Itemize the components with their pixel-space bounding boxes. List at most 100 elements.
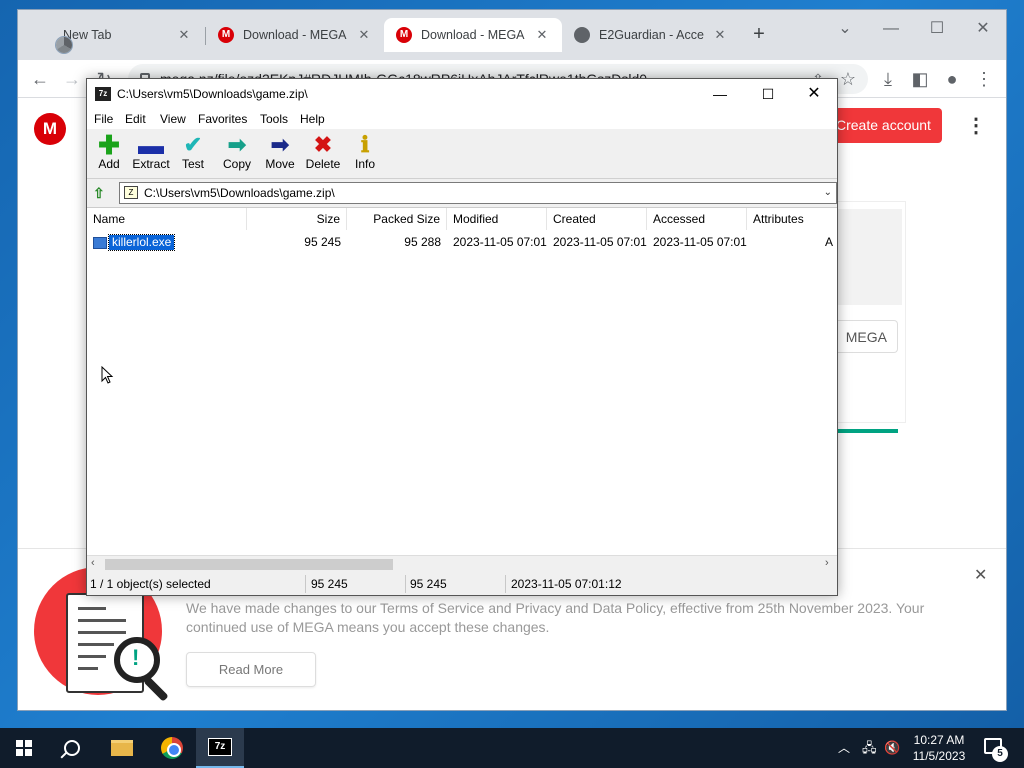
tab-e2guardian[interactable]: E2Guardian - Access ✕ <box>562 18 740 52</box>
menu-help[interactable]: Help <box>300 112 325 126</box>
sevenzip-titlebar[interactable]: 7z C:\Users\vm5\Downloads\game.zip\ — ☐ … <box>87 79 837 109</box>
file-name-cell[interactable]: killerlol.exe <box>93 234 176 251</box>
minimize-button[interactable]: — <box>868 16 914 42</box>
more-menu-icon[interactable]: ⋮ <box>966 115 986 137</box>
minimize-button[interactable]: — <box>697 81 743 107</box>
mega-icon: M <box>218 27 234 43</box>
menu-favorites[interactable]: Favorites <box>198 112 247 126</box>
volume-muted-icon[interactable]: 🔇 <box>884 728 902 768</box>
maximize-button[interactable]: ☐ <box>914 16 960 42</box>
close-window-button[interactable]: ✕ <box>960 16 1006 42</box>
bookmark-star-icon[interactable]: ☆ <box>834 65 862 93</box>
chevron-up-icon[interactable]: ︿ <box>838 728 854 768</box>
path-field[interactable]: Z C:\Users\vm5\Downloads\game.zip\ ⌄ <box>119 182 837 204</box>
move-button[interactable]: ➡ Move <box>258 132 302 172</box>
status-packed: 95 245 <box>410 577 447 591</box>
chrome-icon <box>56 37 72 53</box>
search-icon <box>64 740 80 756</box>
column-created[interactable]: Created <box>547 208 647 230</box>
back-button[interactable]: ← <box>26 65 54 93</box>
path-text: C:\Users\vm5\Downloads\game.zip\ <box>144 186 335 200</box>
chevron-down-icon[interactable]: ⌄ <box>824 183 832 203</box>
info-label: Info <box>354 157 375 171</box>
sevenzip-toolbar: ✚ Add ▬ Extract ✔ Test ➡ Copy ➡ Move ✖ D… <box>87 129 837 179</box>
address-row: ⇧ Z C:\Users\vm5\Downloads\game.zip\ ⌄ <box>87 181 837 205</box>
clock-time: 10:27 AM <box>913 733 965 747</box>
extract-icon: ▬ <box>138 130 164 160</box>
tab-download-mega-2[interactable]: M Download - MEGA ✕ <box>384 18 562 52</box>
menu-tools[interactable]: Tools <box>260 112 288 126</box>
delete-label: Delete <box>305 157 341 171</box>
status-divider <box>405 575 406 593</box>
column-size[interactable]: Size <box>247 208 347 230</box>
column-packed-size[interactable]: Packed Size <box>347 208 447 230</box>
test-icon: ✔ <box>183 132 203 157</box>
info-button[interactable]: ℹ Info <box>343 133 387 172</box>
horizontal-scrollbar[interactable]: ‹ › <box>87 555 837 572</box>
mega-logo[interactable]: M <box>34 113 66 145</box>
clock[interactable]: 10:27 AM 11/5/2023 <box>904 732 974 764</box>
tab-strip: New Tab ✕ M Download - MEGA ✕ M Download… <box>18 10 1006 60</box>
status-selected: 1 / 1 object(s) selected <box>90 577 211 591</box>
exe-file-icon <box>93 236 107 249</box>
file-modified: 2023-11-05 07:01 <box>453 235 547 249</box>
tab-download-mega-1[interactable]: M Download - MEGA ✕ <box>206 18 384 52</box>
magnifier-handle <box>143 676 169 702</box>
menu-edit[interactable]: Edit <box>125 112 146 126</box>
close-window-button[interactable]: ✕ <box>791 81 837 107</box>
scrollbar-thumb[interactable] <box>105 559 393 570</box>
chrome-icon <box>161 737 183 759</box>
file-list: Name Size Packed Size Modified Created A… <box>87 207 837 555</box>
close-icon[interactable]: ✕ <box>712 27 728 43</box>
mouse-cursor-icon <box>101 366 114 384</box>
column-name[interactable]: Name <box>87 208 247 230</box>
menu-file[interactable]: File <box>94 112 113 126</box>
side-panel-icon[interactable]: ◧ <box>906 65 934 93</box>
read-more-button[interactable]: Read More <box>186 652 316 687</box>
close-icon[interactable]: ✕ <box>974 565 987 585</box>
search-button[interactable] <box>48 728 96 768</box>
file-created: 2023-11-05 07:01 <box>553 235 647 249</box>
tab-search-chevron-icon[interactable]: ⌄ <box>822 16 868 42</box>
close-icon[interactable]: ✕ <box>534 27 550 43</box>
new-tab-button[interactable]: + <box>748 24 770 46</box>
download-icon[interactable]: ⤓ <box>874 65 902 93</box>
column-attributes[interactable]: Attributes <box>747 208 837 230</box>
menu-view[interactable]: View <box>160 112 186 126</box>
scroll-right-icon[interactable]: › <box>825 557 829 569</box>
chrome-taskbar-button[interactable] <box>148 728 196 768</box>
file-explorer-icon <box>111 740 133 756</box>
file-name: killerlol.exe <box>107 234 176 251</box>
status-bar: 1 / 1 object(s) selected 95 245 95 245 2… <box>87 573 837 595</box>
copy-button[interactable]: ➡ Copy <box>215 133 259 172</box>
up-folder-icon[interactable]: ⇧ <box>93 185 109 201</box>
sevenzip-window: 7z C:\Users\vm5\Downloads\game.zip\ — ☐ … <box>86 78 838 596</box>
network-icon[interactable]: 🖧 <box>862 728 880 768</box>
status-modified: 2023-11-05 07:01:12 <box>511 577 622 591</box>
delete-button[interactable]: ✖ Delete <box>301 132 345 172</box>
file-explorer-button[interactable] <box>98 728 146 768</box>
column-modified[interactable]: Modified <box>447 208 547 230</box>
profile-avatar-icon[interactable]: ● <box>938 65 966 93</box>
start-button[interactable] <box>0 728 48 768</box>
column-accessed[interactable]: Accessed <box>647 208 747 230</box>
window-title: C:\Users\vm5\Downloads\game.zip\ <box>117 87 308 101</box>
7zip-taskbar-button[interactable]: 7z <box>196 728 244 768</box>
taskbar: 7z ︿ 🖧 🔇 10:27 AM 11/5/2023 5 <box>0 728 1024 768</box>
close-icon[interactable]: ✕ <box>176 27 192 43</box>
move-label: Move <box>265 157 295 171</box>
add-icon: ✚ <box>98 130 120 160</box>
delete-icon: ✖ <box>313 132 333 157</box>
test-label: Test <box>181 157 204 171</box>
move-icon: ➡ <box>270 132 290 157</box>
test-button[interactable]: ✔ Test <box>171 132 215 172</box>
close-icon[interactable]: ✕ <box>356 27 372 43</box>
add-button[interactable]: ✚ Add <box>87 130 131 171</box>
forward-button[interactable]: → <box>58 65 86 93</box>
extract-button[interactable]: ▬ Extract <box>129 130 173 171</box>
scroll-left-icon[interactable]: ‹ <box>91 557 95 569</box>
tab-label: Download - MEGA <box>243 28 347 42</box>
browser-menu-icon[interactable]: ⋮ <box>970 65 998 93</box>
maximize-button[interactable]: ☐ <box>745 81 791 107</box>
tab-new-tab[interactable]: New Tab ✕ <box>26 18 204 53</box>
